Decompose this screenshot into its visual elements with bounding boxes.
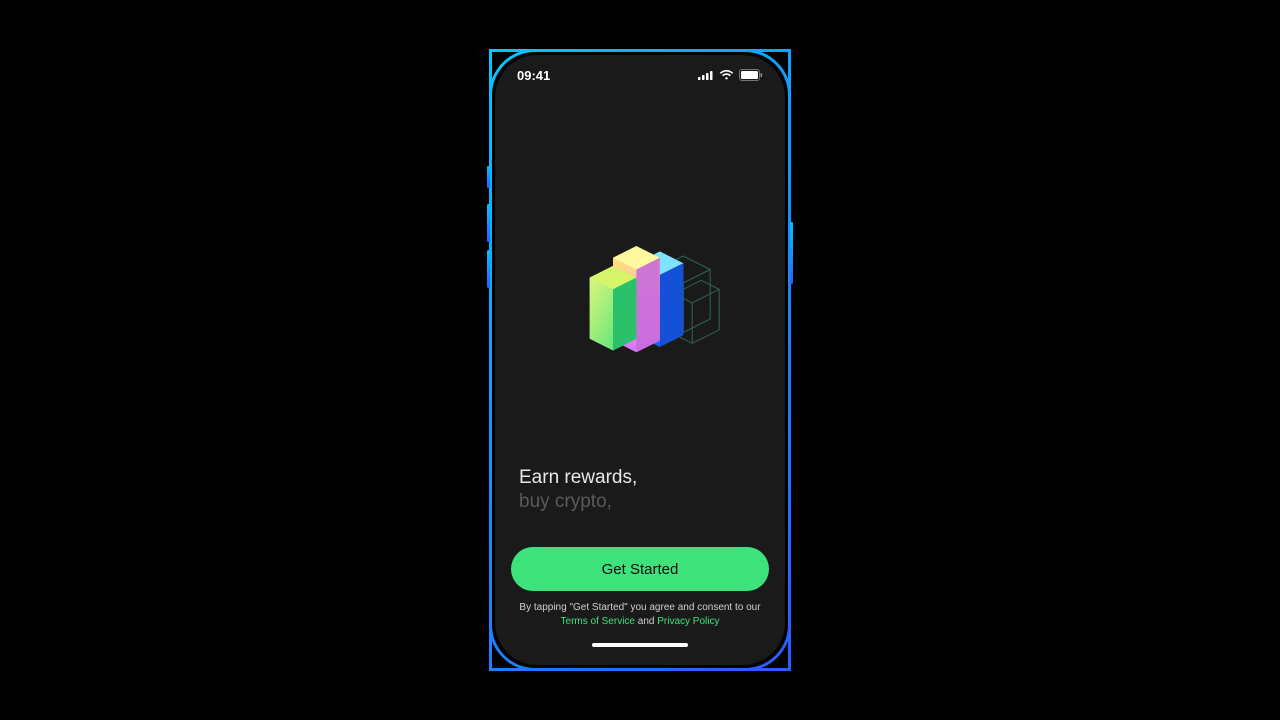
legal-and: and bbox=[635, 616, 657, 627]
get-started-button[interactable]: Get Started bbox=[511, 547, 769, 591]
phone-side-button-silence bbox=[487, 166, 490, 188]
status-bar: 09:41 bbox=[495, 55, 785, 95]
legal-text: By tapping "Get Started" you agree and c… bbox=[511, 601, 769, 629]
phone-side-button-volume-down bbox=[487, 250, 490, 288]
battery-icon bbox=[739, 69, 763, 81]
tagline-block: Earn rewards, buy crypto, bbox=[511, 457, 769, 547]
phone-side-button-power bbox=[790, 222, 793, 284]
hero-graphic bbox=[511, 145, 769, 457]
privacy-policy-link[interactable]: Privacy Policy bbox=[657, 616, 719, 627]
phone-side-button-volume-up bbox=[487, 204, 490, 242]
onboarding-content: Earn rewards, buy crypto, Get Started By… bbox=[495, 95, 785, 665]
isometric-bars-icon bbox=[550, 226, 730, 376]
status-time: 09:41 bbox=[517, 68, 550, 83]
phone-screen: 09:41 bbox=[495, 55, 785, 665]
tagline-primary: Earn rewards, bbox=[519, 467, 761, 489]
home-indicator[interactable] bbox=[592, 643, 688, 647]
cellular-signal-icon bbox=[698, 70, 714, 80]
status-indicators bbox=[698, 69, 763, 81]
tagline-secondary: buy crypto, bbox=[519, 491, 761, 513]
terms-of-service-link[interactable]: Terms of Service bbox=[561, 616, 635, 627]
phone-frame: 09:41 bbox=[489, 49, 791, 671]
legal-prefix: By tapping "Get Started" you agree and c… bbox=[519, 602, 760, 613]
wifi-icon bbox=[719, 70, 734, 81]
